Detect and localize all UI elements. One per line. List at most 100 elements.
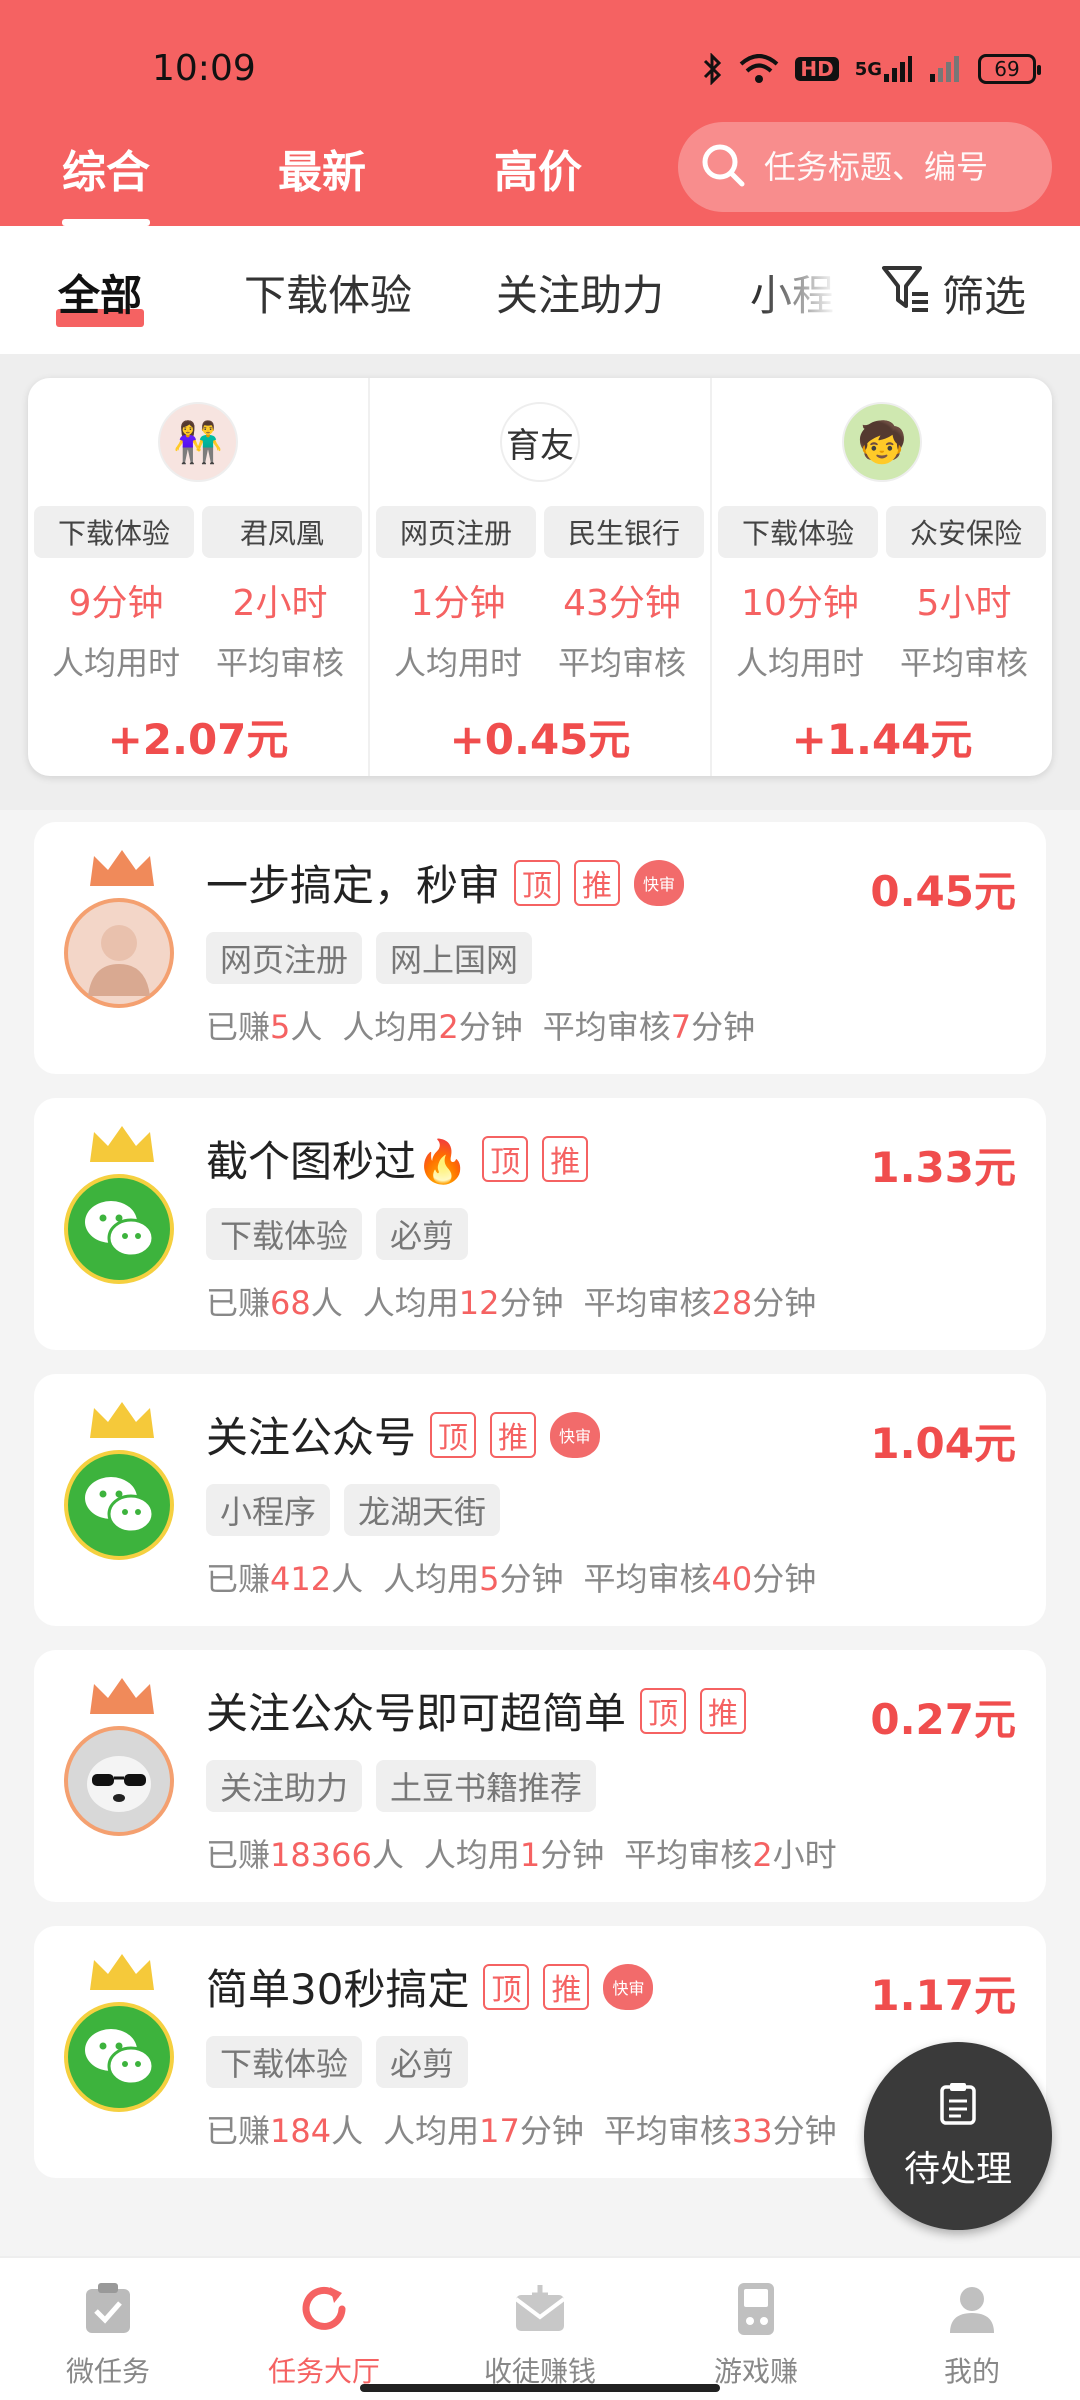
featured-tag: 网页注册 [376,506,536,558]
task-meta: 已赚412人 人均用5分钟 平均审核40分钟 [206,1560,817,1598]
featured-review-label: 平均审核 [557,644,686,682]
nav-recruit-earn[interactable]: 收徒赚钱 [432,2258,648,2400]
status-icons: HD 5G 69 [701,52,1041,86]
bottom-nav: 微任务 任务大厅 收徒赚钱 游戏赚 我的 [0,2256,1080,2400]
nav-task-hall[interactable]: 任务大厅 [216,2258,432,2400]
featured-task[interactable]: 育友 网页注册 民生银行 1分钟 人均用时 43分钟 平均审核 +0.45元 [370,378,712,776]
crown-icon [86,1122,158,1166]
featured-review-value: 2小时 [232,583,328,624]
refresh-icon [293,2278,355,2340]
nav-mine[interactable]: 我的 [864,2258,1080,2400]
category-all[interactable]: 全部 [56,262,145,327]
top-badge: 顶 [430,1411,477,1458]
panda-avatar-icon [64,1726,174,1836]
featured-tag: 君凤凰 [202,506,362,558]
top-badge: 顶 [482,1135,529,1182]
task-price: 1.17元 [870,1971,1016,2020]
featured-tag: 下载体验 [718,506,878,558]
task-title: 关注公众号 [206,1413,417,1462]
featured-price: +2.07元 [107,715,289,764]
pending-button[interactable]: 待处理 [864,2042,1052,2230]
user-icon [941,2278,1003,2340]
avg-review: 28 [711,1284,753,1322]
nav-game-earn[interactable]: 游戏赚 [648,2258,864,2400]
home-indicator [360,2384,720,2392]
task-tags: 关注助力 土豆书籍推荐 [206,1760,597,1812]
recommend-badge: 推 [574,859,621,906]
search-input[interactable] [764,148,1034,186]
task-card[interactable]: 关注公众号顶推快审 1.04元 小程序 龙湖天街 已赚412人 人均用5分钟 平均审核40分… [34,1374,1046,1626]
wifi-icon [739,52,779,86]
header: 10:09 HD 5G 69 综合 最新 高价 [0,0,1080,226]
tab-latest[interactable]: 最新 [278,136,366,200]
earned-count: 5 [270,1008,291,1046]
task-price: 1.04元 [870,1419,1016,1468]
status-bar: 10:09 HD 5G 69 [0,0,1080,110]
featured-tag: 下载体验 [34,506,194,558]
status-time: 10:09 [152,48,256,89]
battery-icon: 69 [978,54,1041,84]
crown-icon [86,1674,158,1718]
featured-time-label: 人均用时 [735,644,864,682]
bluetooth-icon [701,52,723,86]
avg-time: 12 [458,1284,500,1322]
pending-label: 待处理 [903,2148,1012,2190]
featured-review-label: 平均审核 [899,644,1028,682]
task-meta: 已赚18366人 人均用1分钟 平均审核2小时 [206,1836,837,1874]
wechat-avatar-icon [64,1450,174,1560]
crown-icon [86,1950,158,1994]
tab-high-price[interactable]: 高价 [494,136,582,200]
featured-time-label: 人均用时 [393,644,522,682]
gameboy-icon [725,2278,787,2340]
task-title: 关注公众号即可超简单 [206,1689,627,1738]
top-tabs: 综合 最新 高价 [0,136,660,226]
tab-comprehensive[interactable]: 综合 [62,136,150,226]
featured-task[interactable]: 👫 下载体验 君凤凰 9分钟人均用时 2小时平均审核 +2.07元 [28,378,370,776]
nav-micro-task[interactable]: 微任务 [0,2258,216,2400]
search-bar[interactable] [678,122,1052,212]
category-bar: 全部 下载体验 关注助力 小程 筛选 [0,226,1080,354]
avg-time: 1 [519,1836,541,1874]
recommend-badge: 推 [700,1687,747,1734]
featured-time-value: 9分钟 [68,583,164,624]
avg-time: 17 [479,2112,520,2150]
filter-button[interactable]: 筛选 [880,262,1026,324]
featured-review-label: 平均审核 [215,644,344,682]
fast-review-badge: 快审 [550,1411,601,1458]
avg-review: 2 [752,1836,773,1874]
earned-count: 18366 [270,1836,372,1874]
featured-review-value: 5小时 [916,583,1012,624]
earned-count: 412 [270,1560,332,1598]
crown-icon [86,846,158,890]
task-title: 简单30秒搞定 [206,1965,470,2014]
task-price: 1.33元 [870,1143,1016,1192]
task-tag: 下载体验 [206,1208,363,1260]
signal-icon [928,52,962,86]
task-tag: 龙湖天街 [344,1484,501,1536]
featured-task[interactable]: 🧒 下载体验 众安保险 10分钟 人均用时 5小时 平均审核 +1.44元 [712,378,1052,776]
wechat-avatar-icon [64,2002,174,2112]
category-download[interactable]: 下载体验 [244,262,412,323]
task-card[interactable]: 截个图秒过🔥 顶推 1.33元 下载体验 必剪 已赚68人 人均用12分钟 平均审核28分钟 [34,1098,1046,1350]
avg-review: 7 [670,1008,692,1046]
task-tag: 必剪 [376,2036,469,2088]
task-card[interactable]: 关注公众号即可超简单顶推 0.27元 关注助力 土豆书籍推荐 已赚18366人 人均用1分… [34,1650,1046,1902]
featured-time-label: 人均用时 [51,644,180,682]
task-tag: 网页注册 [206,932,363,984]
mail-icon [509,2278,571,2340]
featured-time-value: 1分钟 [410,583,506,624]
category-follow[interactable]: 关注助力 [496,262,664,323]
couple-avatar-icon: 👫 [158,402,238,482]
avg-review: 33 [731,2112,773,2150]
crown-icon [86,1398,158,1442]
signal-5g-icon: 5G [855,52,912,86]
task-tags: 下载体验 必剪 [206,2036,469,2088]
task-tag: 下载体验 [206,2036,363,2088]
task-tag: 小程序 [206,1484,331,1536]
task-card[interactable]: 一步搞定，秒审顶推快审 0.45元 网页注册 网上国网 已赚5人 人均用2分钟 平均审核7分… [34,822,1046,1074]
featured-time-value: 10分钟 [741,583,859,624]
fast-review-badge: 快审 [634,859,685,906]
recommend-badge: 推 [542,1135,589,1182]
filter-icon [880,262,932,324]
task-tags: 小程序 龙湖天街 [206,1484,501,1536]
